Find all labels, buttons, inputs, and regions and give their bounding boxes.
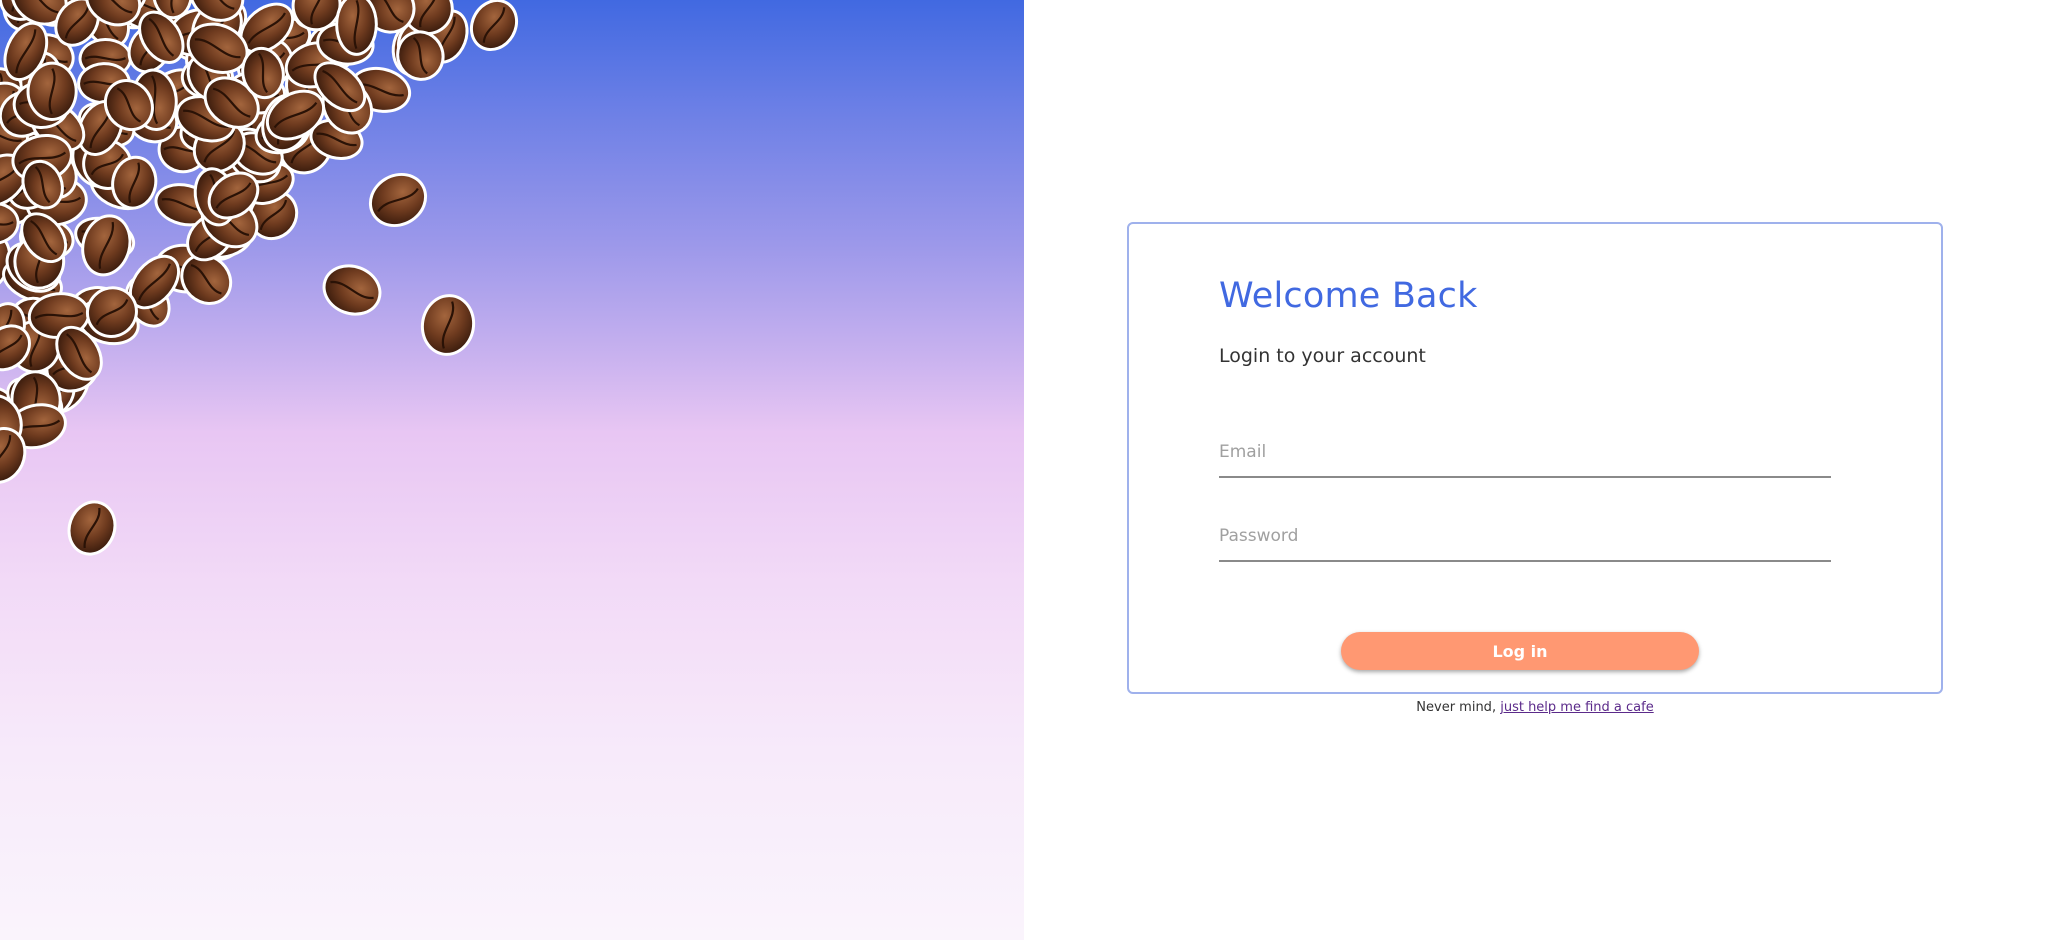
login-page: Welcome Back Login to your account Log i… [0, 0, 2048, 940]
page-title: Welcome Back [1219, 276, 1478, 316]
email-field[interactable] [1219, 428, 1831, 478]
hero-panel [0, 0, 1024, 940]
footer-note: Never mind, just help me find a cafe [1127, 700, 1943, 715]
login-card: Welcome Back Login to your account Log i… [1127, 222, 1943, 694]
find-cafe-link[interactable]: just help me find a cafe [1500, 700, 1653, 715]
login-button[interactable]: Log in [1341, 632, 1699, 670]
coffee-beans-image [0, 0, 519, 556]
page-subtitle: Login to your account [1219, 345, 1426, 367]
password-field[interactable] [1219, 512, 1831, 562]
footer-prefix: Never mind, [1416, 700, 1497, 715]
